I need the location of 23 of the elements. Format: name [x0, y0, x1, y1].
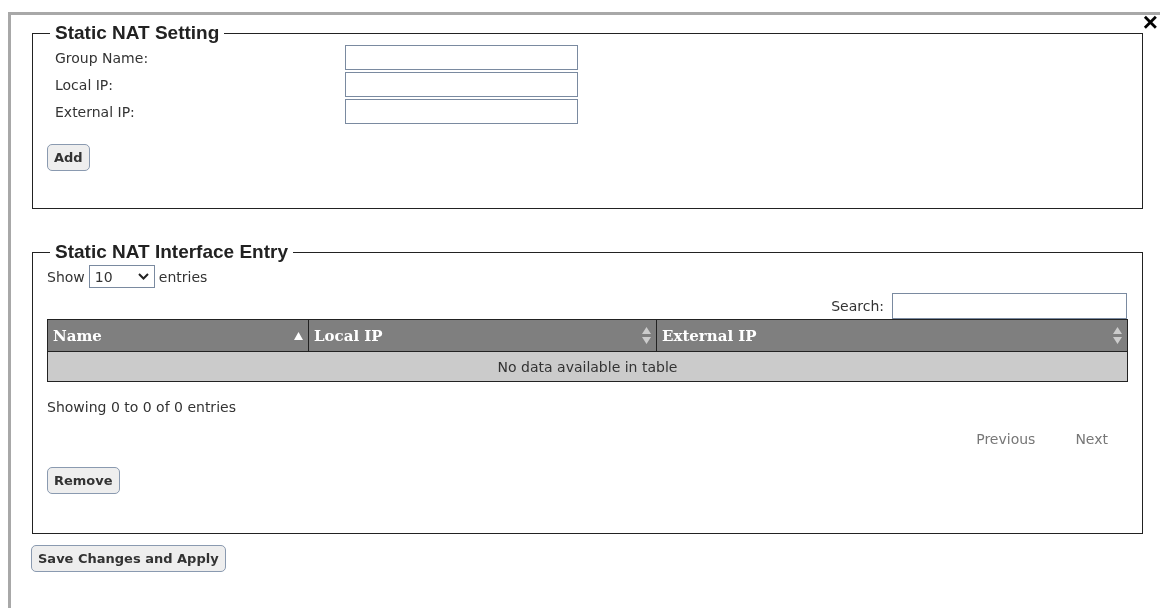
add-button[interactable]: Add — [47, 144, 90, 171]
field-label: Group Name: — [54, 49, 150, 66]
table-info: Showing 0 to 0 of 0 entries — [47, 399, 237, 415]
column-header[interactable]: Name — [47, 319, 309, 352]
input-field[interactable] — [345, 45, 578, 70]
panel-title: Static NAT Setting — [54, 22, 221, 44]
search-field[interactable] — [892, 293, 1127, 319]
page-size-dropdown[interactable]: 10 — [88, 265, 155, 288]
remove-button[interactable]: Remove — [47, 467, 120, 494]
input-field[interactable] — [345, 72, 578, 97]
search-label: Search: — [831, 298, 884, 314]
field-label: External IP: — [54, 103, 136, 120]
panel-title: Static NAT Interface Entry — [54, 241, 289, 263]
save-button[interactable]: Save Changes and Apply — [31, 545, 226, 572]
input-field[interactable] — [345, 99, 578, 124]
column-header[interactable]: Local IP — [308, 319, 657, 352]
chevron-down-icon — [137, 273, 149, 280]
empty-table-message: No data available in table — [47, 351, 1128, 382]
show-label: Show — [47, 268, 85, 285]
entries-label: entries — [158, 268, 208, 285]
close-button[interactable]: × — [1142, 9, 1158, 35]
column-header[interactable]: External IP — [656, 319, 1128, 352]
field-label: Local IP: — [54, 76, 115, 93]
